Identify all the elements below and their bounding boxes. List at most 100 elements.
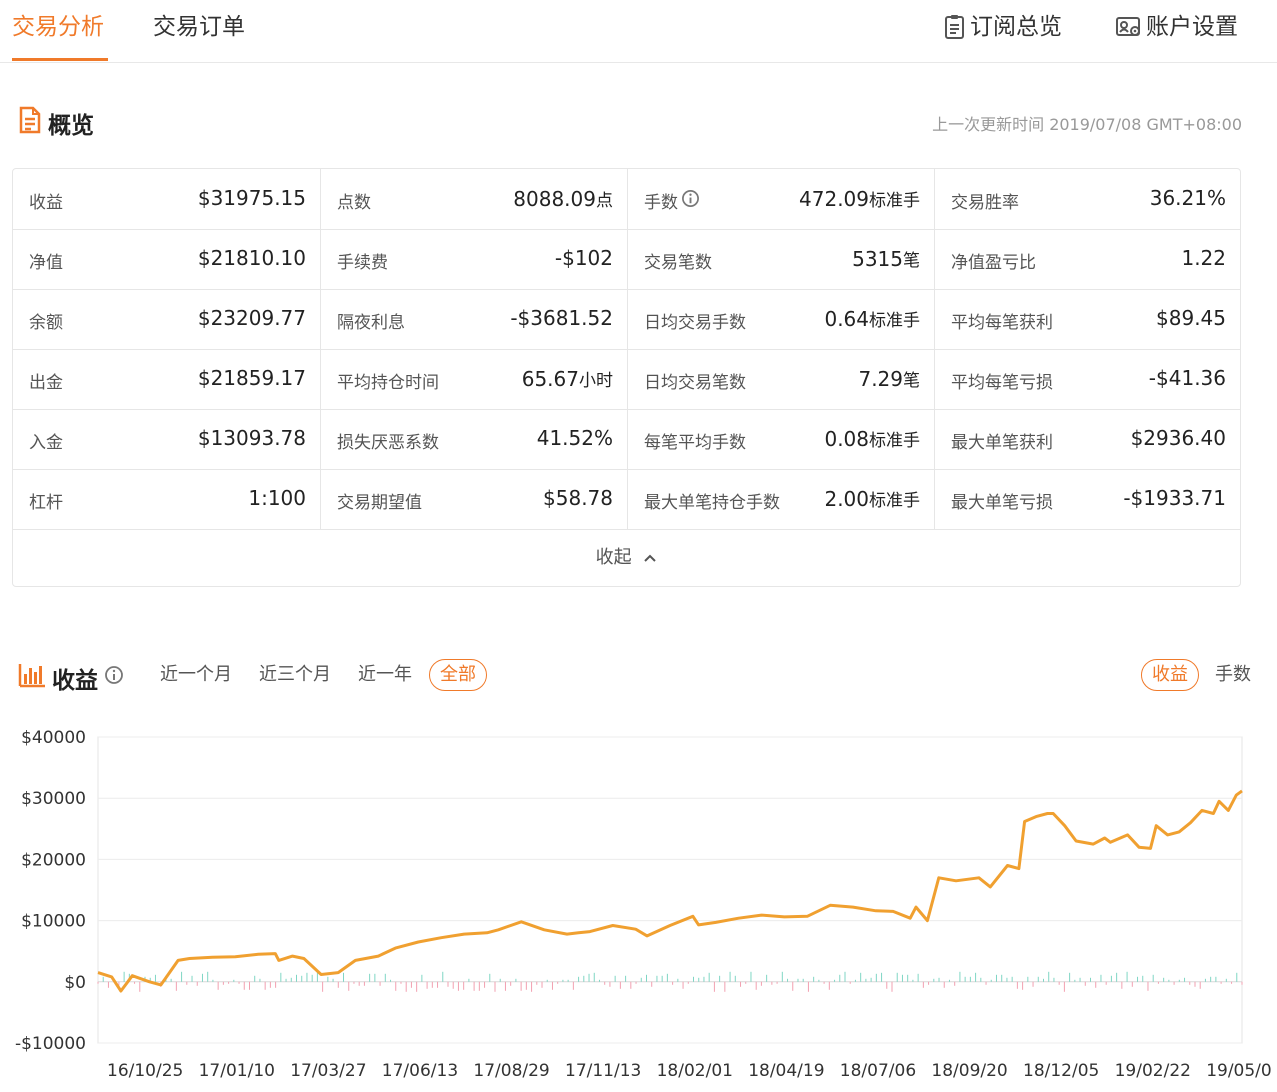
stat-value: $21859.17 — [198, 366, 306, 390]
stats-row: 余额 $23209.77 隔夜利息 -$3681.52 日均交易手数 0.64标准手 平均每… — [13, 289, 1240, 350]
tab-trade-analysis[interactable]: 交易分析 — [12, 12, 104, 42]
stat-label-text: 损失厌恶系数 — [337, 433, 439, 453]
range-1-year[interactable]: 近一年 — [358, 660, 412, 690]
info-icon[interactable] — [681, 189, 700, 213]
stat-label-text: 收益 — [29, 193, 63, 213]
clipboard-icon — [944, 14, 966, 40]
plot-area — [97, 736, 1243, 1044]
account-settings-link[interactable]: 账户设置 — [1116, 12, 1238, 42]
stat-value: $13093.78 — [198, 426, 306, 450]
stat-value-number: $21859.17 — [197, 366, 306, 390]
stat-label: 最大单笔获利 — [951, 428, 1053, 453]
stat-label: 日均交易手数 — [644, 308, 746, 333]
stat-value-number: -$3681.52 — [510, 306, 613, 330]
stat-cell: 点数 8088.09点 — [320, 169, 627, 229]
stat-label: 交易笔数 — [644, 248, 712, 273]
stat-value: 8088.09点 — [513, 186, 613, 211]
tab-trade-orders[interactable]: 交易订单 — [153, 12, 245, 42]
y-tick-label: $10000 — [21, 912, 86, 932]
x-tick-label: 17/03/27 — [290, 1061, 366, 1081]
stat-value-unit: 点 — [596, 191, 613, 211]
stat-cell: 交易胜率 36.21% — [934, 169, 1240, 229]
stat-label: 隔夜利息 — [337, 308, 405, 333]
subscription-overview-link[interactable]: 订阅总览 — [944, 12, 1062, 42]
stat-value-number: 0.64 — [824, 307, 869, 331]
stat-cell: 平均每笔获利 $89.45 — [934, 289, 1240, 349]
stat-label: 净值 — [29, 248, 63, 273]
range-3-months[interactable]: 近三个月 — [259, 660, 331, 690]
range-all[interactable]: 全部 — [429, 659, 487, 691]
stat-label-text: 最大单笔持仓手数 — [644, 493, 780, 513]
stat-cell: 手数 472.09标准手 — [627, 169, 934, 229]
stat-label-text: 净值 — [29, 253, 63, 273]
stat-label-text: 手续费 — [337, 253, 388, 273]
stat-value-number: 1.22 — [1181, 246, 1226, 270]
overview-stats-table: 收益 $31975.15 点数 8088.09点 手数 472.09标准手 交易胜率 36.2… — [12, 168, 1241, 587]
collapse-label: 收起 — [595, 547, 632, 568]
range-1-month[interactable]: 近一个月 — [160, 660, 232, 690]
stat-label: 出金 — [29, 368, 63, 393]
stat-value-unit: 标准手 — [869, 491, 920, 511]
stat-label-text: 日均交易手数 — [644, 313, 746, 333]
stat-cell: 平均每笔亏损 -$41.36 — [934, 349, 1240, 409]
stat-value: 2.00标准手 — [824, 486, 920, 511]
stat-value: -$1933.71 — [1123, 486, 1226, 510]
stat-label: 平均持仓时间 — [337, 368, 439, 393]
stat-label-text: 手数 — [644, 193, 678, 213]
stat-value-unit: 标准手 — [869, 191, 920, 211]
stat-cell: 杠杆 1:100 — [13, 469, 320, 529]
chevron-up-icon — [637, 547, 657, 568]
stat-cell: 平均持仓时间 65.67小时 — [320, 349, 627, 409]
stat-value-number: 1:100 — [248, 486, 306, 510]
stat-label: 手数 — [644, 188, 700, 213]
stat-value-unit: 标准手 — [869, 431, 920, 451]
stat-cell: 余额 $23209.77 — [13, 289, 320, 349]
last-updated-text: 上一次更新时间 2019/07/08 GMT+08:00 — [932, 115, 1242, 134]
y-tick-label: $0 — [64, 973, 86, 993]
stat-value: 0.64标准手 — [824, 306, 920, 331]
stat-label-text: 最大单笔亏损 — [951, 493, 1053, 513]
stat-label: 点数 — [337, 188, 371, 213]
collapse-button[interactable]: 收起 — [13, 530, 1240, 586]
x-tick-label: 17/11/13 — [565, 1061, 641, 1081]
info-icon[interactable] — [104, 665, 124, 691]
stat-value-number: -$41.36 — [1148, 366, 1226, 390]
x-tick-label: 19/05/0 — [1206, 1061, 1272, 1081]
stat-value: -$3681.52 — [510, 306, 613, 330]
stat-label-text: 出金 — [29, 373, 63, 393]
stat-value-number: 472.09 — [799, 187, 869, 211]
stat-value: $89.45 — [1156, 306, 1226, 330]
stat-value-number: 65.67 — [521, 367, 579, 391]
mode-earnings[interactable]: 收益 — [1141, 659, 1199, 691]
x-tick-label: 18/07/06 — [840, 1061, 916, 1081]
stat-label-text: 交易期望值 — [337, 493, 422, 513]
stat-value-number: 41.52% — [536, 426, 613, 450]
stat-value: 5315笔 — [852, 246, 920, 271]
stat-value: 36.21% — [1150, 186, 1226, 210]
stat-cell: 日均交易手数 0.64标准手 — [627, 289, 934, 349]
stat-cell: 入金 $13093.78 — [13, 409, 320, 469]
stat-value: $58.78 — [543, 486, 613, 510]
stat-value-unit: 笔 — [903, 371, 920, 391]
mode-lots[interactable]: 手数 — [1215, 660, 1251, 690]
stat-value-number: $21810.10 — [197, 246, 306, 270]
x-tick-label: 16/10/25 — [107, 1061, 183, 1081]
stat-label: 损失厌恶系数 — [337, 428, 439, 453]
stat-value: $23209.77 — [198, 306, 306, 330]
stat-cell: 最大单笔持仓手数 2.00标准手 — [627, 469, 934, 529]
stat-value-number: $89.45 — [1156, 306, 1226, 330]
stat-label: 手续费 — [337, 248, 388, 273]
account-settings-icon — [1116, 15, 1142, 39]
stat-value-number: 5315 — [852, 247, 903, 271]
stat-value: 65.67小时 — [522, 366, 613, 391]
stat-label: 入金 — [29, 428, 63, 453]
stat-cell: 最大单笔获利 $2936.40 — [934, 409, 1240, 469]
stat-value-number: $58.78 — [543, 486, 613, 510]
stat-value-number: -$1933.71 — [1123, 486, 1226, 510]
stats-row: 杠杆 1:100 交易期望值 $58.78 最大单笔持仓手数 2.00标准手 最大单笔亏损 -… — [13, 469, 1240, 530]
document-icon — [18, 106, 42, 140]
bar-chart-icon — [18, 662, 46, 694]
stat-value: $31975.15 — [198, 186, 306, 210]
stat-value: 0.08标准手 — [824, 426, 920, 451]
stat-value-number: 7.29 — [858, 367, 903, 391]
